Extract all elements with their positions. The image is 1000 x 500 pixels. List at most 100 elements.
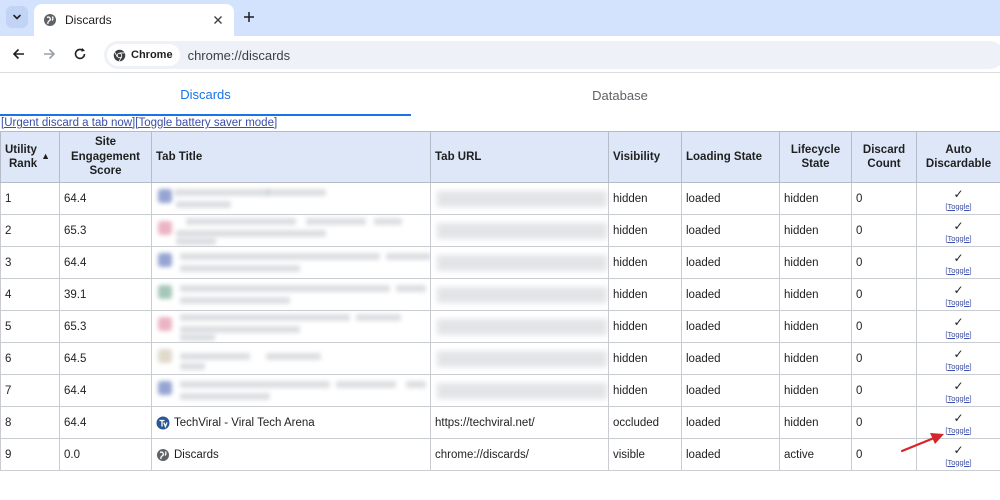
header-utility-rank-line2: Rank	[9, 158, 38, 170]
checkmark-icon: ✓	[953, 410, 964, 425]
header-discard-line1: Discard	[862, 143, 906, 156]
table-row: 2 65.3 hidden loaded hidden 0 ✓ [Toggle]	[0, 214, 1000, 247]
table-row: 4 39.1 hidden loaded hidden 0 ✓ [Toggle]	[0, 278, 1000, 311]
cell-visibility: hidden	[608, 278, 682, 311]
cell-engagement-score: 64.4	[59, 374, 152, 407]
redacted-favicon-icon	[158, 285, 172, 299]
cell-lifecycle-state: hidden	[779, 342, 852, 375]
header-lifecycle-line2: State	[801, 158, 830, 170]
cell-utility-rank: 9	[0, 438, 60, 471]
forward-button[interactable]	[39, 44, 59, 64]
tab-strip: Discards	[0, 0, 1000, 36]
site-info-chip[interactable]: Chrome	[107, 44, 180, 66]
cell-lifecycle-state: hidden	[779, 374, 852, 407]
header-discard-count[interactable]: Discard Count	[851, 131, 917, 183]
arrow-left-icon	[12, 48, 24, 60]
cell-loading-state: loaded	[681, 438, 780, 471]
toggle-battery-saver-link[interactable]: [Toggle battery saver mode]	[135, 117, 277, 129]
header-visibility[interactable]: Visibility	[608, 131, 682, 183]
cell-utility-rank: 3	[0, 246, 60, 279]
tab-discards[interactable]: Discards	[0, 74, 411, 116]
cell-engagement-score: 39.1	[59, 278, 152, 311]
toggle-auto-discardable-link[interactable]: [Toggle]	[918, 330, 1000, 339]
checkmark-icon: ✓	[953, 218, 964, 233]
globe-icon	[157, 448, 169, 461]
checkmark-icon: ✓	[953, 346, 964, 361]
cell-auto-discardable: ✓ [Toggle]	[916, 182, 1000, 215]
cell-discard-count: 0	[851, 246, 917, 279]
cell-discard-count: 0	[851, 374, 917, 407]
cell-engagement-score: 64.4	[59, 406, 152, 439]
table-row: 6 64.5 hidden loaded hidden 0 ✓ [Toggle]	[0, 342, 1000, 375]
cell-visibility: hidden	[608, 246, 682, 279]
urgent-discard-link[interactable]: [Urgent discard a tab now]	[1, 117, 135, 129]
address-bar[interactable]: Chrome chrome://discards	[104, 41, 1000, 69]
chip-label: Chrome	[131, 49, 173, 61]
header-auto-discardable[interactable]: Auto Discardable	[916, 131, 1000, 183]
redacted-tab-url	[437, 382, 607, 399]
browser-tab-discards[interactable]: Discards	[34, 4, 234, 36]
toggle-auto-discardable-link[interactable]: [Toggle]	[918, 202, 1000, 211]
discards-table: Utility Rank▲ Site Engagement Score Tab …	[0, 131, 1000, 471]
header-tab-url[interactable]: Tab URL	[430, 131, 609, 183]
cell-tab-title: TechViral - Viral Tech Arena	[151, 406, 431, 439]
cell-discard-count: 0	[851, 182, 917, 215]
cell-loading-state: loaded	[681, 310, 780, 343]
new-tab-button[interactable]	[240, 8, 258, 26]
toggle-auto-discardable-link[interactable]: [Toggle]	[918, 458, 1000, 467]
checkmark-icon: ✓	[953, 250, 964, 265]
cell-discard-count: 0	[851, 406, 917, 439]
redacted-favicon-icon	[158, 349, 172, 363]
toggle-auto-discardable-link[interactable]: [Toggle]	[918, 298, 1000, 307]
page-tabs: Discards Database	[0, 74, 1000, 116]
redacted-favicon-icon	[158, 317, 172, 331]
cell-utility-rank: 1	[0, 182, 60, 215]
cell-visibility: hidden	[608, 214, 682, 247]
sort-ascending-icon: ▲	[41, 151, 51, 161]
cell-utility-rank: 7	[0, 374, 60, 407]
cell-engagement-score: 0.0	[59, 438, 152, 471]
cell-lifecycle-state: hidden	[779, 278, 852, 311]
table-row: 8 64.4 TechViral - Viral Tech Arena https:/…	[0, 406, 1000, 439]
cell-visibility: hidden	[608, 374, 682, 407]
back-button[interactable]	[9, 44, 29, 64]
tab-title-text: Discards	[174, 448, 219, 461]
cell-visibility: hidden	[608, 182, 682, 215]
header-auto-line1: Auto	[945, 143, 972, 156]
close-tab-button[interactable]	[210, 12, 226, 28]
cell-loading-state: loaded	[681, 342, 780, 375]
header-lifecycle-state[interactable]: Lifecycle State	[779, 131, 852, 183]
table-row: 5 65.3 hidden loaded hidden 0 ✓ [Toggle]	[0, 310, 1000, 343]
cell-tab-url	[430, 278, 609, 311]
cell-visibility: visible	[608, 438, 682, 471]
reload-button[interactable]	[70, 44, 90, 64]
tab-search-button[interactable]	[6, 6, 28, 28]
header-utility-rank[interactable]: Utility Rank▲	[0, 131, 60, 183]
cell-tab-title	[151, 310, 431, 343]
table-header-row: Utility Rank▲ Site Engagement Score Tab …	[0, 131, 1000, 183]
cell-tab-title	[151, 214, 431, 247]
toggle-auto-discardable-link[interactable]: [Toggle]	[918, 266, 1000, 275]
redacted-tab-url	[437, 222, 607, 239]
toggle-auto-discardable-link[interactable]: [Toggle]	[918, 394, 1000, 403]
cell-tab-url	[430, 342, 609, 375]
toggle-auto-discardable-link[interactable]: [Toggle]	[918, 426, 1000, 435]
redacted-tab-url	[437, 254, 607, 271]
checkmark-icon: ✓	[953, 442, 964, 457]
header-loading-state[interactable]: Loading State	[681, 131, 780, 183]
url-text: chrome://discards	[187, 47, 291, 63]
globe-icon	[44, 14, 56, 26]
close-icon	[214, 16, 222, 24]
header-tab-title[interactable]: Tab Title	[151, 131, 431, 183]
tab-database[interactable]: Database	[411, 74, 829, 116]
toggle-auto-discardable-link[interactable]: [Toggle]	[918, 362, 1000, 371]
toggle-auto-discardable-link[interactable]: [Toggle]	[918, 234, 1000, 243]
cell-engagement-score: 64.4	[59, 182, 152, 215]
header-engagement-score[interactable]: Site Engagement Score	[59, 131, 152, 183]
cell-loading-state: loaded	[681, 214, 780, 247]
cell-utility-rank: 4	[0, 278, 60, 311]
cell-utility-rank: 2	[0, 214, 60, 247]
cell-discard-count: 0	[851, 438, 917, 471]
tab-title-text: TechViral - Viral Tech Arena	[174, 416, 315, 429]
cell-auto-discardable: ✓ [Toggle]	[916, 438, 1000, 471]
